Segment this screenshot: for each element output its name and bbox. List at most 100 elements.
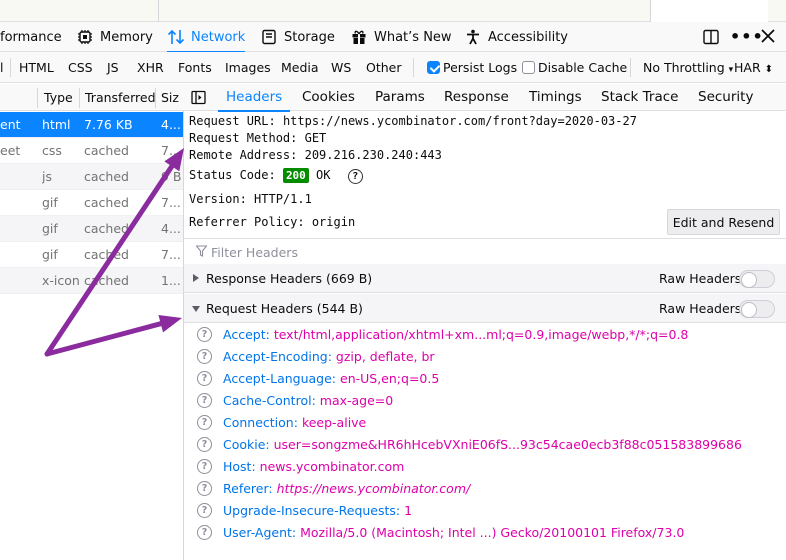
raw-headers-toggle[interactable] (739, 270, 775, 288)
tab-cookies[interactable]: Cookies (302, 84, 355, 111)
help-icon[interactable]: ? (197, 459, 212, 474)
header-row[interactable]: ? Cookie: user=songzme&HR6hHcebVXniE06fS.… (184, 434, 786, 456)
table-row[interactable]: gif cached 7... (0, 190, 183, 216)
header-row[interactable]: ? Connection: keep-alive (184, 412, 786, 434)
help-icon[interactable]: ? (197, 481, 212, 496)
tab-network[interactable]: Network (167, 22, 246, 53)
persist-logs-checkbox[interactable] (427, 61, 440, 74)
header-row[interactable]: ? Accept: text/html,application/xhtml+xm.… (184, 324, 786, 346)
tab-headers[interactable]: Headers (217, 84, 291, 112)
throttling-select[interactable]: No Throttling ▾ (643, 60, 733, 75)
cell-type: gif (42, 247, 58, 262)
request-headers-title: Request Headers (544 B) (206, 301, 363, 316)
request-url-label: Request URL: (189, 114, 276, 128)
storage-icon (260, 28, 278, 46)
cell-size: 7... (161, 143, 181, 158)
disable-cache-label[interactable]: Disable Cache (538, 60, 627, 75)
filter-media[interactable]: Media (281, 60, 319, 75)
tab-storage[interactable]: Storage (260, 22, 335, 52)
column-transferred[interactable]: Transferred (85, 90, 156, 105)
close-icon[interactable] (760, 27, 776, 49)
more-icon[interactable]: ••• (730, 27, 764, 46)
filter-headers-input[interactable]: Filter Headers (184, 238, 786, 265)
header-name: Cache-Control: max-age=0 (223, 393, 393, 408)
referrer-policy: origin (311, 215, 356, 229)
tab-stack-trace[interactable]: Stack Trace (601, 84, 678, 111)
cell-transferred: cached (84, 273, 129, 288)
table-row[interactable]: x-icon cached 1... (0, 268, 183, 294)
filter-css[interactable]: CSS (68, 60, 93, 75)
cell-type: gif (42, 221, 58, 236)
help-icon[interactable]: ? (197, 327, 212, 342)
cell-type: js (42, 169, 52, 184)
updown-icon: ⬍ (764, 64, 774, 75)
header-row[interactable]: ? Cache-Control: max-age=0 (184, 390, 786, 412)
column-size[interactable]: Siz (161, 90, 179, 105)
help-icon[interactable]: ? (197, 371, 212, 386)
help-icon[interactable]: ? (197, 415, 212, 430)
har-label: HAR (734, 60, 761, 75)
disable-cache-checkbox[interactable] (522, 61, 535, 74)
referrer-policy-line: Referrer Policy: origin (189, 215, 355, 229)
header-row[interactable]: ? Accept-Encoding: gzip, deflate, br (184, 346, 786, 368)
help-icon[interactable]: ? (197, 349, 212, 364)
version-line: Version: HTTP/1.1 (189, 192, 312, 206)
tab-security[interactable]: Security (698, 84, 753, 111)
status-text: OK (316, 168, 331, 182)
tab-storage-label: Storage (284, 29, 335, 45)
table-row[interactable]: ent html 7.76 KB 4... (0, 112, 183, 138)
remote-address-line: Remote Address: 209.216.230.240:443 (189, 148, 442, 162)
response-headers-section[interactable]: Response Headers (669 B) Raw Headers (184, 264, 786, 293)
dock-side-icon[interactable] (702, 28, 720, 50)
tab-memory[interactable]: Memory (76, 22, 153, 52)
collapse-arrow-icon (192, 306, 200, 312)
header-row[interactable]: ? User-Agent: Mozilla/5.0 (Macintosh; Int… (184, 522, 786, 544)
table-row[interactable]: js cached 9 B (0, 164, 183, 190)
har-menu[interactable]: HAR ⬍ (734, 60, 773, 75)
persist-logs-label[interactable]: Persist Logs (443, 60, 517, 75)
status-line: Status Code: 200 OK ? (189, 168, 363, 184)
header-value: user=songzme&HR6hHcebVXniE06fS...93c54ca… (273, 437, 742, 452)
help-icon[interactable]: ? (347, 169, 363, 184)
toggle-sidebar-icon[interactable] (191, 90, 206, 109)
filter-html[interactable]: HTML (19, 60, 54, 75)
cell-transferred: cached (84, 169, 129, 184)
tab-accessibility[interactable]: Accessibility (464, 22, 568, 52)
filter-js[interactable]: JS (107, 60, 119, 75)
tab-timings[interactable]: Timings (529, 84, 582, 111)
request-method-label: Request Method: (189, 131, 298, 145)
help-icon[interactable]: ? (197, 393, 212, 408)
column-type[interactable]: Type (44, 90, 73, 105)
tab-accessibility-label: Accessibility (488, 29, 568, 45)
tab-response[interactable]: Response (444, 84, 509, 111)
tab-params[interactable]: Params (375, 84, 425, 111)
table-row[interactable]: eet css cached 7... (0, 138, 183, 164)
filter-images[interactable]: Images (225, 60, 271, 75)
cell-type: gif (42, 195, 58, 210)
filter-other[interactable]: Other (366, 60, 402, 75)
tab-memory-label: Memory (100, 29, 153, 45)
edit-and-resend-button[interactable]: Edit and Resend (667, 209, 780, 235)
header-row[interactable]: ? Accept-Language: en-US,en;q=0.5 (184, 368, 786, 390)
filter-ws[interactable]: WS (331, 60, 351, 75)
header-row[interactable]: ? Host: news.ycombinator.com (184, 456, 786, 478)
table-row[interactable]: gif cached 7... (0, 242, 183, 268)
header-row[interactable]: ? Upgrade-Insecure-Requests: 1 (184, 500, 786, 522)
help-icon[interactable]: ? (197, 525, 212, 540)
filter-xhr[interactable]: XHR (137, 60, 164, 75)
tab-performance[interactable]: formance (0, 22, 62, 52)
raw-headers-toggle[interactable] (739, 300, 775, 318)
help-icon[interactable]: ? (197, 437, 212, 452)
tab-whats-new[interactable]: What’s New (350, 22, 452, 52)
filter-all[interactable]: l (0, 60, 3, 75)
version: HTTP/1.1 (254, 192, 312, 206)
header-name: Upgrade-Insecure-Requests: 1 (223, 503, 412, 518)
header-row[interactable]: ? Referer: https://news.ycombinator.com/ (184, 478, 786, 500)
chevron-down-icon: ▾ (728, 65, 734, 75)
cell-size: 1... (161, 273, 181, 288)
table-row[interactable]: gif cached 4... (0, 216, 183, 242)
request-headers-section[interactable]: Request Headers (544 B) Raw Headers (184, 294, 786, 323)
cell-type: css (42, 143, 62, 158)
help-icon[interactable]: ? (197, 503, 212, 518)
filter-fonts[interactable]: Fonts (178, 60, 212, 75)
